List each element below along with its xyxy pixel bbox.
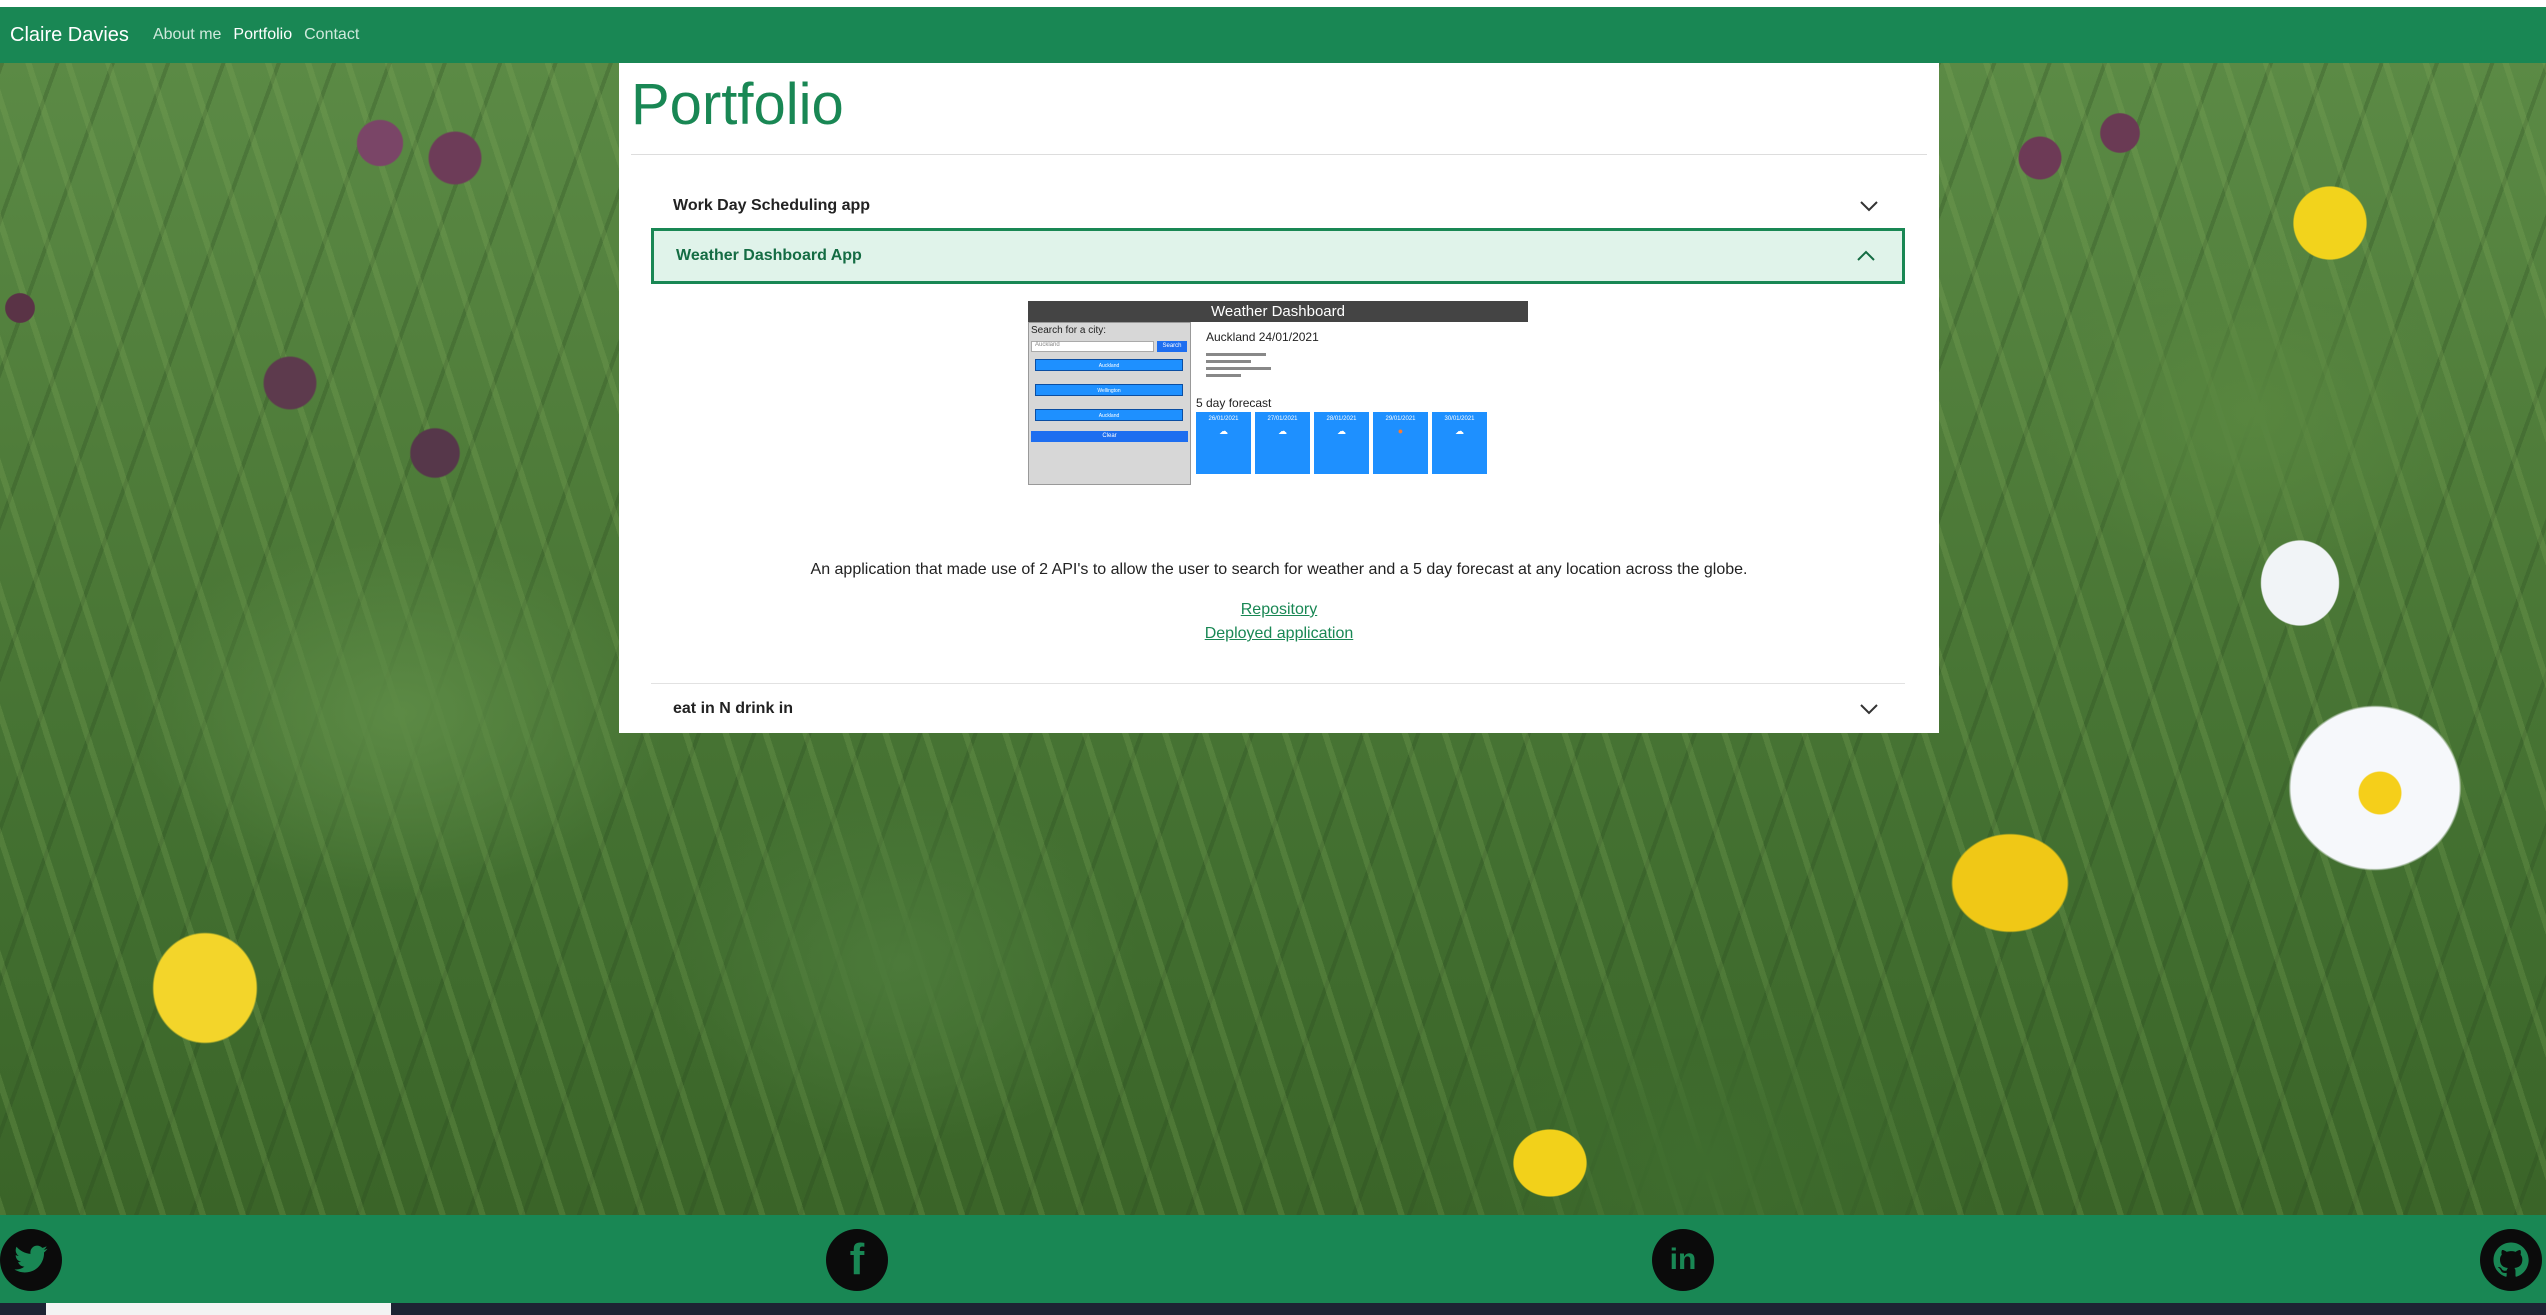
cloud-icon: ☁ <box>1337 426 1346 436</box>
accordion-item-weather[interactable]: Weather Dashboard App <box>651 228 1905 284</box>
nav-link-about[interactable]: About me <box>153 26 221 44</box>
nav-link-contact[interactable]: Contact <box>304 26 359 44</box>
divider <box>631 154 1927 155</box>
taskbar-search[interactable] <box>46 1303 391 1315</box>
forecast-card: 27/01/2021 ☁ <box>1255 412 1310 474</box>
page-title: Portfolio <box>631 72 844 137</box>
accordion-title: eat in N drink in <box>673 700 794 717</box>
cloud-icon: ☁ <box>1219 426 1228 436</box>
screenshot-sidebar: Search for a city: Auckland Search Auckl… <box>1028 322 1191 485</box>
forecast-card: 29/01/2021 ● <box>1373 412 1428 474</box>
project-description: An application that made use of 2 API's … <box>810 561 1748 578</box>
accordion-item-eat-in[interactable]: eat in N drink in <box>651 683 1905 734</box>
chevron-up-icon <box>1856 245 1876 268</box>
footer: f in <box>0 1215 2546 1303</box>
screenshot-city-button: Wellington <box>1035 384 1183 396</box>
browser-top-strip <box>0 0 2546 7</box>
brand-link[interactable]: Claire Davies <box>10 24 129 47</box>
screenshot-details <box>1206 350 1271 377</box>
navbar: Claire Davies About me Portfolio Contact <box>0 7 2546 63</box>
accordion-title: Weather Dashboard App <box>676 247 862 264</box>
screenshot-forecast-label: 5 day forecast <box>1196 396 1272 410</box>
screenshot-search-label: Search for a city: <box>1031 325 1107 336</box>
chevron-down-icon <box>1859 195 1879 218</box>
linkedin-icon[interactable]: in <box>1652 1229 1714 1291</box>
screenshot-header: Weather Dashboard <box>1028 301 1528 322</box>
portfolio-card: Portfolio Work Day Scheduling app Weathe… <box>619 63 1939 733</box>
repository-link[interactable]: Repository <box>619 601 1939 619</box>
forecast-card: 30/01/2021 ☁ <box>1432 412 1487 474</box>
screenshot-city-button: Auckland <box>1035 359 1183 371</box>
screenshot-search-button: Search <box>1157 341 1187 352</box>
screenshot-forecast-cards: 26/01/2021 ☁ 27/01/2021 ☁ 28/01/2021 ☁ 29/0… <box>1196 412 1487 474</box>
sun-icon: ● <box>1397 426 1404 436</box>
screenshot-search-input: Auckland <box>1031 341 1154 352</box>
screenshot-city-title: Auckland 24/01/2021 <box>1206 330 1319 344</box>
accordion-title: Work Day Scheduling app <box>673 197 871 214</box>
facebook-icon[interactable]: f <box>826 1229 888 1291</box>
screenshot-city-button: Auckland <box>1035 409 1183 421</box>
accordion-item-work-day[interactable]: Work Day Scheduling app <box>651 181 1905 231</box>
forecast-card: 28/01/2021 ☁ <box>1314 412 1369 474</box>
chevron-down-icon <box>1859 698 1879 721</box>
github-icon[interactable] <box>2480 1229 2542 1291</box>
deployed-app-link[interactable]: Deployed application <box>619 625 1939 643</box>
nav-link-portfolio[interactable]: Portfolio <box>233 26 292 44</box>
forecast-card: 26/01/2021 ☁ <box>1196 412 1251 474</box>
weather-app-screenshot: Weather Dashboard Search for a city: Auc… <box>1028 301 1528 485</box>
cloud-icon: ☁ <box>1278 426 1287 436</box>
screenshot-clear-button: Clear <box>1031 431 1188 442</box>
twitter-icon[interactable] <box>0 1229 62 1291</box>
screenshot-main: Auckland 24/01/2021 5 day forecast 26/01… <box>1196 322 1526 485</box>
cloud-icon: ☁ <box>1455 426 1464 436</box>
